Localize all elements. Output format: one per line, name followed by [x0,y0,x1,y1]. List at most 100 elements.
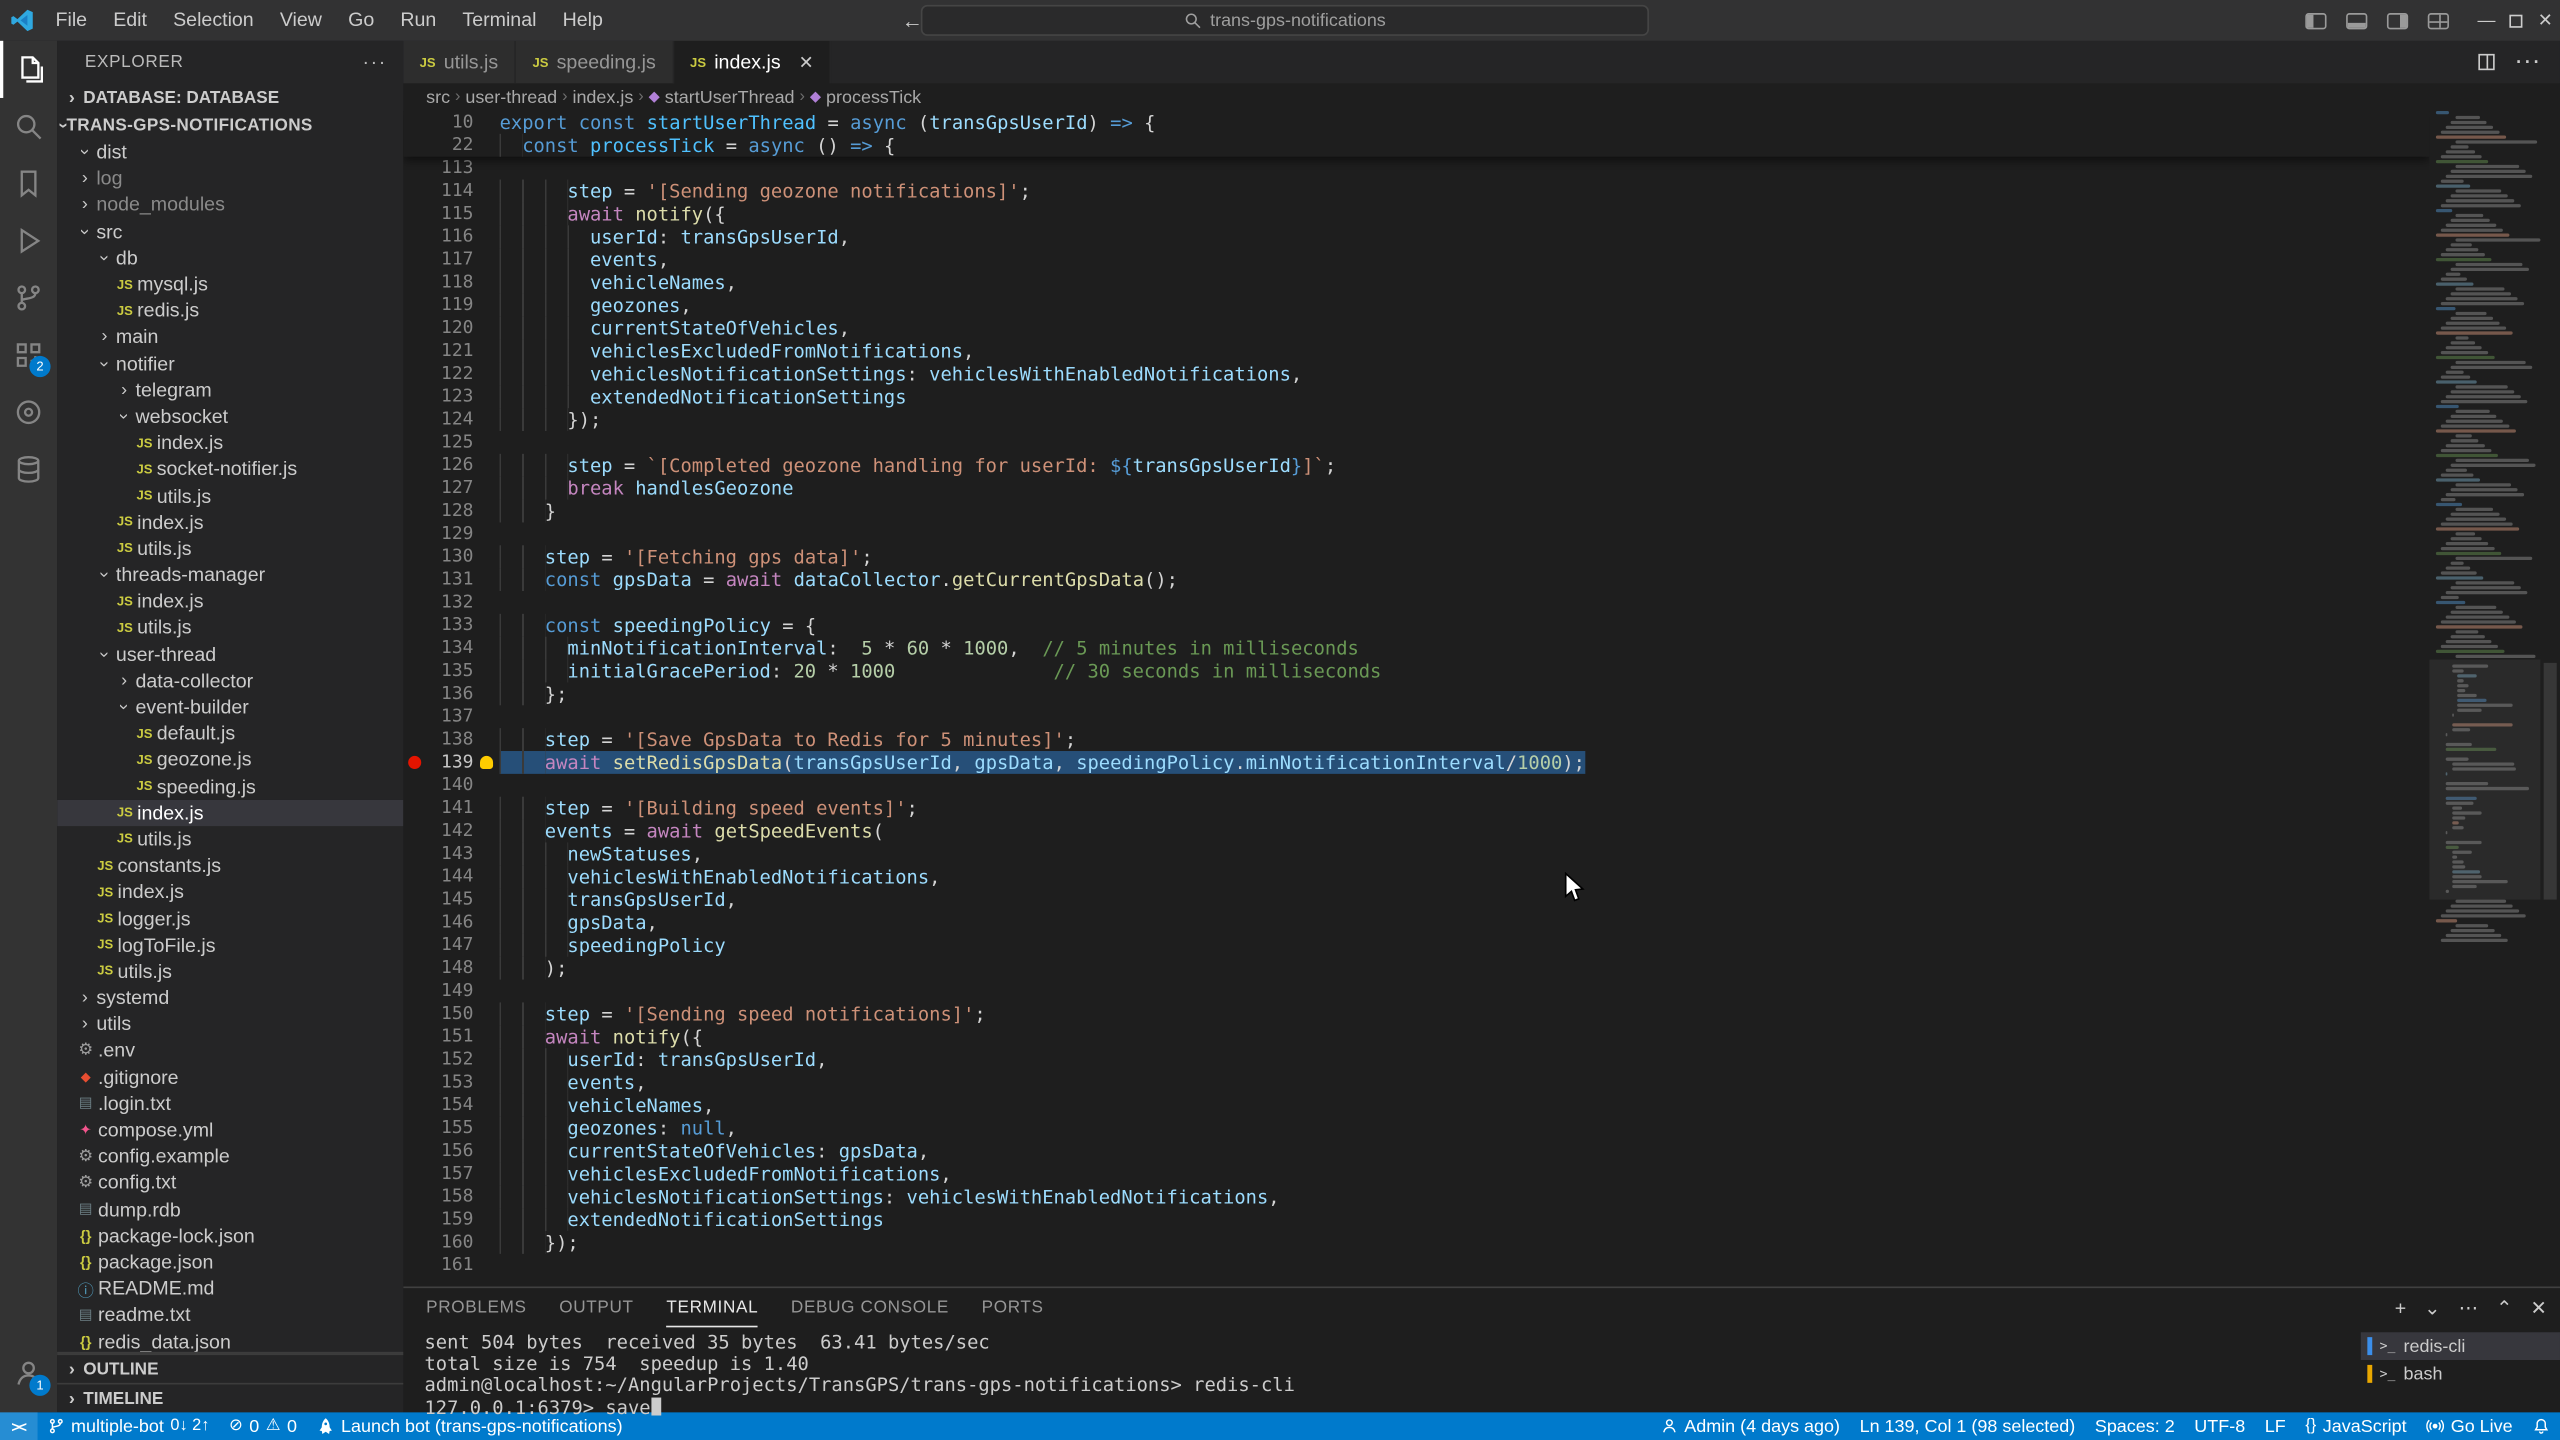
gutter[interactable]: 152 [403,1048,499,1071]
line-content[interactable]: step = '[Sending speed notifications]'; [500,1002,2430,1025]
tree-item[interactable]: JSconstants.js [57,852,403,878]
line-content[interactable]: minNotificationInterval: 5 * 60 * 1000, … [500,637,2430,660]
line-content[interactable]: export const startUserThread = async (tr… [500,111,2430,134]
line-content[interactable]: step = '[Sending geozone notifications]'… [500,180,2430,203]
sticky-scroll[interactable]: 10export const startUserThread = async (… [403,111,2429,157]
line-number[interactable]: 159 [426,1208,473,1231]
tree-item[interactable]: ›data-collector [57,667,403,693]
code-line[interactable]: 160}); [403,1231,2429,1254]
menu-go[interactable]: Go [335,0,387,41]
line-content[interactable]: extendedNotificationSettings [500,1208,2430,1231]
code-line[interactable]: 153events, [403,1071,2429,1094]
line-number[interactable]: 139 [426,751,473,774]
line-content[interactable]: step = `[Completed geozone handling for … [500,454,2430,477]
tree-item[interactable]: JSindex.js [57,509,403,535]
gutter[interactable]: 125 [403,431,499,454]
code-line[interactable]: 158vehiclesNotificationSettings: vehicle… [403,1185,2429,1208]
tree-item[interactable]: {}package-lock.json [57,1222,403,1248]
status-blame[interactable]: Admin (4 days ago) [1650,1412,1850,1440]
gutter[interactable]: 132 [403,591,499,614]
line-number[interactable]: 151 [426,1025,473,1048]
chevron-down-icon[interactable]: › [95,246,115,269]
tree-item[interactable]: ›db [57,244,403,270]
line-number[interactable]: 122 [426,362,473,385]
line-number[interactable]: 131 [426,568,473,591]
breadcrumb-item[interactable]: user-thread [465,87,557,107]
line-content[interactable]: await notify({ [500,1025,2430,1048]
tree-item[interactable]: ›systemd [57,984,403,1010]
tree-item[interactable]: ›notifier [57,350,403,376]
line-number[interactable]: 154 [426,1094,473,1117]
status-problems[interactable]: ⊘0⚠0 [219,1412,307,1440]
code-line[interactable]: 115await notify({ [403,202,2429,225]
code-line[interactable]: 155geozones: null, [403,1117,2429,1140]
code-line[interactable]: 122vehiclesNotificationSettings: vehicle… [403,362,2429,385]
gutter[interactable]: 158 [403,1185,499,1208]
gutter[interactable]: 136 [403,682,499,705]
run-debug-icon[interactable] [0,212,57,269]
line-content[interactable]: step = '[Save GpsData to Redis for 5 min… [500,728,2430,751]
gutter[interactable]: 128 [403,500,499,523]
gutter[interactable]: 155 [403,1117,499,1140]
gutter[interactable]: 156 [403,1140,499,1163]
code-line[interactable]: 118vehicleNames, [403,271,2429,294]
chevron-down-icon[interactable]: › [114,405,134,428]
line-number[interactable]: 136 [426,682,473,705]
tree-item[interactable]: JSindex.js [57,879,403,905]
status-eol[interactable]: LF [2255,1412,2296,1440]
gutter[interactable]: 113 [403,157,499,180]
breadcrumb-item[interactable]: ◆startUserThread [649,87,795,107]
tree-item[interactable]: ⓘREADME.md [57,1275,403,1301]
line-content[interactable] [500,1254,2430,1277]
tree-item[interactable]: JSlogToFile.js [57,932,403,958]
line-content[interactable]: }); [500,408,2430,431]
tree-item[interactable]: ›websocket [57,403,403,429]
menu-selection[interactable]: Selection [160,0,267,41]
terminal-session-bash[interactable]: >_bash [2361,1360,2560,1388]
tree-item[interactable]: JSindex.js [57,799,403,825]
nav-back-icon[interactable]: ← [902,8,923,32]
tree-item[interactable]: JSdefault.js [57,720,403,746]
line-number[interactable]: 128 [426,500,473,523]
gutter[interactable]: 130 [403,545,499,568]
gutter[interactable]: 122 [403,362,499,385]
minimap-slider[interactable] [2429,660,2540,900]
window-maximize-button[interactable] [2501,0,2530,41]
tree-item[interactable]: JSindex.js [57,588,403,614]
gutter[interactable]: 154 [403,1094,499,1117]
line-content[interactable]: }; [500,682,2430,705]
tree-item[interactable]: JSlogger.js [57,905,403,931]
line-content[interactable]: await notify({ [500,202,2430,225]
line-number[interactable]: 147 [426,934,473,957]
gutter[interactable]: 140 [403,774,499,797]
gutter[interactable]: 119 [403,294,499,317]
line-number[interactable]: 114 [426,180,473,203]
chevron-right-icon[interactable]: › [73,169,96,189]
window-close-button[interactable]: ✕ [2531,0,2560,41]
status-cursor-position[interactable]: Ln 139, Col 1 (98 selected) [1850,1412,2085,1440]
line-content[interactable]: step = '[Fetching gps data]'; [500,545,2430,568]
tree-item[interactable]: ✦compose.yml [57,1117,403,1143]
section-workspace-root[interactable]: › TRANS-GPS-NOTIFICATIONS [57,113,403,139]
menu-view[interactable]: View [267,0,335,41]
gutter[interactable]: 10 [403,111,499,134]
chevron-down-icon[interactable]: › [75,220,95,243]
line-content[interactable] [500,705,2430,728]
status-remote[interactable]: >< [0,1412,37,1440]
breakpoint-icon[interactable] [408,756,421,769]
gutter[interactable]: 139 [403,751,499,774]
terminal-session-redis-cli[interactable]: >_redis-cli [2361,1332,2560,1360]
line-number[interactable]: 148 [426,957,473,980]
line-number[interactable]: 141 [426,797,473,820]
code-line[interactable]: 117events, [403,248,2429,271]
gutter[interactable]: 121 [403,340,499,363]
code-line[interactable]: 116userId: transGpsUserId, [403,225,2429,248]
tree-item[interactable]: ›threads-manager [57,562,403,588]
line-number[interactable]: 113 [426,157,473,180]
line-number[interactable]: 119 [426,294,473,317]
edit-tab-speeding.js[interactable]: JSspeeding.js [516,41,674,83]
line-content[interactable] [500,591,2430,614]
line-content[interactable]: const processTick = async () => { [500,134,2430,157]
code-line[interactable]: 140 [403,774,2429,797]
status-go-live[interactable]: Go Live [2416,1412,2522,1440]
